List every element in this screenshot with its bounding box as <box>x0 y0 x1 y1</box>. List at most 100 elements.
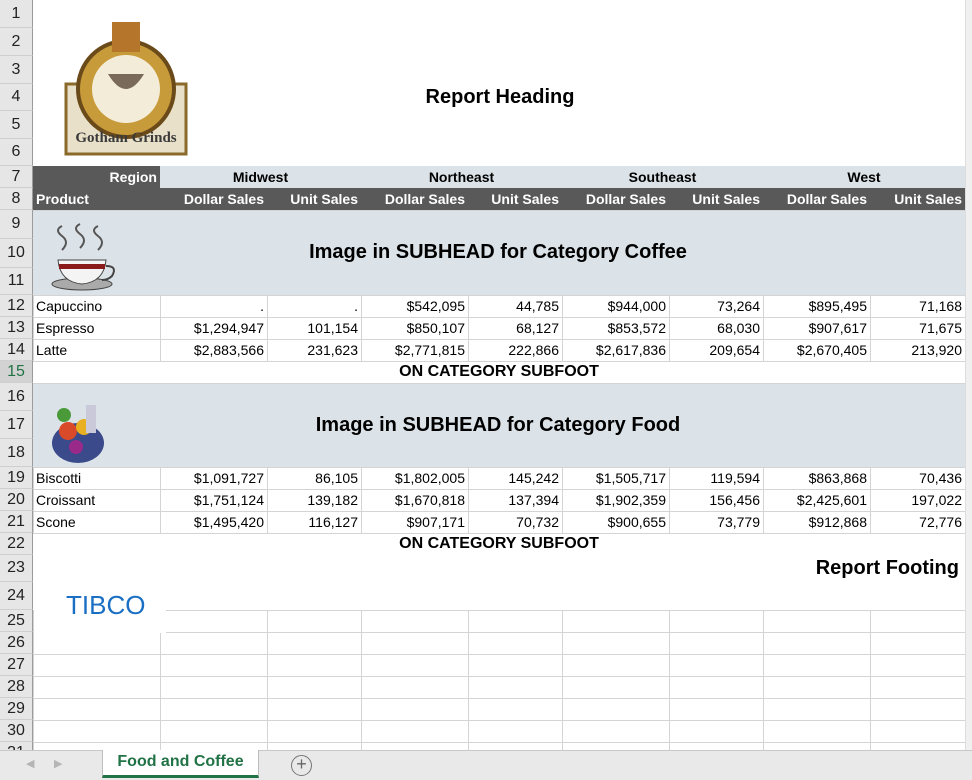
row-header[interactable]: 14 <box>0 339 33 361</box>
vertical-scrollbar[interactable] <box>965 0 972 750</box>
unit-sales-header: Unit Sales <box>290 191 358 207</box>
table-cell[interactable]: 101,154 <box>267 317 361 339</box>
row-header[interactable]: 11 <box>0 268 33 295</box>
row-header[interactable]: 28 <box>0 676 33 698</box>
row-header[interactable]: 13 <box>0 317 33 339</box>
table-cell[interactable]: 73,779 <box>669 511 763 533</box>
table-cell[interactable]: $2,617,836 <box>562 339 669 361</box>
table-cell[interactable]: 213,920 <box>870 339 965 361</box>
row-header[interactable]: 21 <box>0 511 33 533</box>
table-cell[interactable]: $895,495 <box>763 295 870 317</box>
table-cell[interactable]: 73,264 <box>669 295 763 317</box>
sheet-tab-food-and-coffee[interactable]: Food and Coffee <box>102 750 259 778</box>
table-cell[interactable]: $542,095 <box>361 295 468 317</box>
table-cell[interactable]: 70,732 <box>468 511 562 533</box>
row-header[interactable]: 25 <box>0 610 33 632</box>
row-gridline <box>33 610 965 611</box>
row-header[interactable]: 20 <box>0 489 33 511</box>
table-cell[interactable]: 209,654 <box>669 339 763 361</box>
row-header[interactable]: 2 <box>0 28 33 56</box>
table-cell[interactable]: 116,127 <box>267 511 361 533</box>
table-cell[interactable]: $907,171 <box>361 511 468 533</box>
table-cell[interactable]: $850,107 <box>361 317 468 339</box>
product-name: Capuccino <box>36 298 103 314</box>
row-header[interactable]: 5 <box>0 111 33 139</box>
table-cell[interactable]: $1,091,727 <box>160 467 267 489</box>
table-cell[interactable]: 119,594 <box>669 467 763 489</box>
table-cell[interactable]: 72,776 <box>870 511 965 533</box>
sheet-tab-bar: ◀ ▶ Food and Coffee + <box>0 750 972 780</box>
table-cell[interactable]: 44,785 <box>468 295 562 317</box>
row-header[interactable]: 31 <box>0 742 33 750</box>
row-header[interactable]: 22 <box>0 533 33 555</box>
table-cell[interactable]: 68,030 <box>669 317 763 339</box>
row-header[interactable]: 10 <box>0 239 33 268</box>
scroll-tabs-right-icon[interactable]: ▶ <box>54 757 62 770</box>
table-cell[interactable]: . <box>160 295 267 317</box>
table-cell[interactable]: $900,655 <box>562 511 669 533</box>
table-cell[interactable]: 71,675 <box>870 317 965 339</box>
row-header[interactable]: 23 <box>0 555 33 582</box>
row-header[interactable]: 30 <box>0 720 33 742</box>
region-header-southeast: Southeast <box>628 169 697 185</box>
table-cell[interactable]: $1,902,359 <box>562 489 669 511</box>
table-cell[interactable]: $912,868 <box>763 511 870 533</box>
table-cell[interactable]: $2,771,815 <box>361 339 468 361</box>
row-header[interactable]: 19 <box>0 467 33 489</box>
table-cell[interactable]: $2,883,566 <box>160 339 267 361</box>
table-cell[interactable]: $1,505,717 <box>562 467 669 489</box>
coffee-cup-icon <box>48 218 120 294</box>
row-header[interactable]: 26 <box>0 632 33 654</box>
region-label: Region <box>109 169 157 185</box>
table-cell[interactable]: . <box>267 295 361 317</box>
table-cell[interactable]: $853,572 <box>562 317 669 339</box>
table-cell[interactable]: 70,436 <box>870 467 965 489</box>
row-header[interactable]: 4 <box>0 84 33 111</box>
table-cell[interactable]: 86,105 <box>267 467 361 489</box>
row-header[interactable]: 27 <box>0 654 33 676</box>
table-cell[interactable]: $863,868 <box>763 467 870 489</box>
table-cell[interactable]: $944,000 <box>562 295 669 317</box>
spreadsheet-grid[interactable]: Region Product Midwest Dollar Sales Unit Sal… <box>0 0 965 750</box>
row-header[interactable]: 7 <box>0 166 33 188</box>
row-header[interactable]: 18 <box>0 439 33 467</box>
table-cell[interactable]: $907,617 <box>763 317 870 339</box>
subhead-title: Image in SUBHEAD for Category Coffee <box>309 241 687 263</box>
dollar-sales-header: Dollar Sales <box>585 191 666 207</box>
food-basket-icon <box>48 391 120 467</box>
row-gridline <box>33 742 965 743</box>
row-header[interactable]: 6 <box>0 139 33 166</box>
region-header-northeast: Northeast <box>428 169 495 185</box>
add-sheet-button[interactable]: + <box>291 755 312 776</box>
row-header[interactable]: 15 <box>0 361 33 383</box>
row-header[interactable]: 16 <box>0 383 33 411</box>
table-cell[interactable]: 71,168 <box>870 295 965 317</box>
table-cell[interactable]: 222,866 <box>468 339 562 361</box>
table-cell[interactable]: 68,127 <box>468 317 562 339</box>
table-cell[interactable]: 231,623 <box>267 339 361 361</box>
table-cell[interactable]: 145,242 <box>468 467 562 489</box>
table-cell[interactable]: 139,182 <box>267 489 361 511</box>
table-cell[interactable]: $1,294,947 <box>160 317 267 339</box>
table-cell[interactable]: 137,394 <box>468 489 562 511</box>
table-cell[interactable]: $1,751,124 <box>160 489 267 511</box>
tibco-logo: TIBCO <box>34 577 166 633</box>
row-header[interactable]: 29 <box>0 698 33 720</box>
table-cell[interactable]: $1,802,005 <box>361 467 468 489</box>
subhead-title: Image in SUBHEAD for Category Food <box>315 414 681 436</box>
table-cell[interactable]: $2,670,405 <box>763 339 870 361</box>
row-header[interactable]: 24 <box>0 582 33 610</box>
row-header[interactable]: 3 <box>0 56 33 84</box>
table-cell[interactable]: $2,425,601 <box>763 489 870 511</box>
row-header[interactable]: 17 <box>0 411 33 439</box>
row-header[interactable]: 12 <box>0 295 33 317</box>
table-cell[interactable]: 197,022 <box>870 489 965 511</box>
product-name: Latte <box>36 342 68 358</box>
row-header[interactable]: 8 <box>0 188 33 210</box>
table-cell[interactable]: $1,495,420 <box>160 511 267 533</box>
scroll-tabs-left-icon[interactable]: ◀ <box>26 757 34 770</box>
row-header[interactable]: 1 <box>0 0 33 28</box>
table-cell[interactable]: $1,670,818 <box>361 489 468 511</box>
row-header[interactable]: 9 <box>0 210 33 239</box>
table-cell[interactable]: 156,456 <box>669 489 763 511</box>
